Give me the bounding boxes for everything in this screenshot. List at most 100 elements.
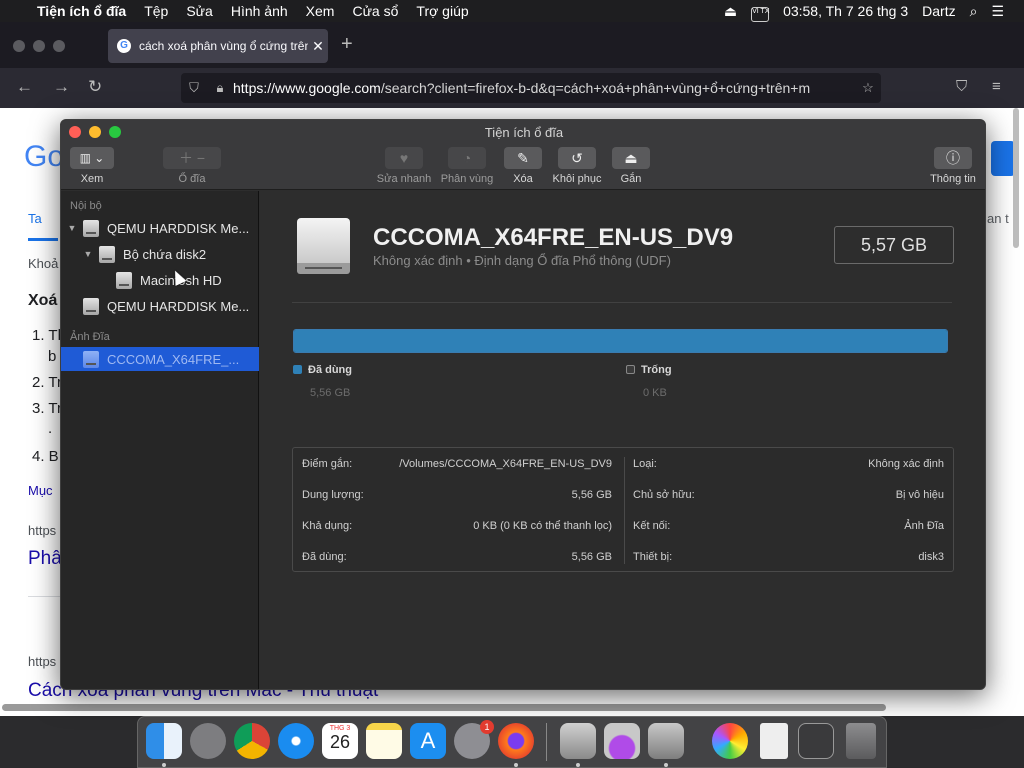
hamburger-menu-icon[interactable]: ≡ (992, 78, 1001, 95)
erase-pencil-icon: ✎ (504, 147, 542, 169)
usage-bar-fill (294, 330, 947, 352)
notification-badge: 1 (480, 720, 494, 734)
disclosure-triangle-icon[interactable]: ▼ (82, 249, 94, 259)
menu-images[interactable]: Hình ảnh (222, 3, 297, 19)
volume-info-table: Điểm gắn: /Volumes/CCCOMA_X64FRE_EN-US_D… (292, 447, 954, 572)
running-indicator (576, 763, 580, 767)
mount-icon: ⏏ (612, 147, 650, 169)
disk-utility-2-icon[interactable] (648, 723, 684, 759)
free-color-swatch (626, 365, 635, 374)
system-preferences-icon[interactable]: 1 (454, 720, 494, 759)
lock-icon[interactable]: 🔒︎ (207, 80, 233, 96)
spotlight-search-icon[interactable]: ⌕ (963, 3, 985, 20)
google-favicon-icon: G (117, 39, 131, 53)
safari-icon[interactable] (278, 723, 314, 759)
new-tab-icon[interactable]: + (341, 33, 353, 56)
calendar-icon[interactable]: THG 3 26 (322, 723, 358, 759)
tab-close-icon[interactable]: ✕ (308, 38, 328, 55)
sidebar-item-qemu-disk-2[interactable]: QEMU HARDDISK Me... (61, 294, 259, 318)
url-text[interactable]: https://www.google.com/search?client=fir… (233, 80, 855, 96)
hard-disk-icon (83, 297, 99, 315)
info-value-connection: Ảnh Đĩa (904, 520, 944, 532)
finder-icon[interactable] (146, 723, 182, 759)
result-link-fragment[interactable]: Phâ (28, 548, 62, 570)
info-value-device: disk3 (918, 551, 944, 563)
erase-button[interactable]: ✎ Xóa (503, 147, 543, 185)
menu-edit[interactable]: Sửa (177, 3, 222, 19)
info-value-capacity: 5,56 GB (571, 489, 612, 501)
more-link-fragment[interactable]: Mục (28, 483, 53, 498)
sidebar-item-cccoma-image[interactable]: CCCOMA_X64FRE_... (61, 347, 259, 371)
chrome-icon[interactable] (234, 723, 270, 759)
info-key-owners: Chủ sở hữu: (633, 489, 695, 501)
url-bar[interactable]: ⛉ 🔒︎ https://www.google.com/search?clien… (181, 73, 881, 103)
browser-close-button[interactable] (13, 40, 25, 52)
clock[interactable]: 03:58, Th 7 26 thg 3 (776, 3, 915, 19)
app-store-icon[interactable]: A (410, 723, 446, 759)
sidebar-item-macintosh-hd[interactable]: Macintosh HD (61, 268, 259, 292)
app-menu[interactable]: Tiện ích ổ đĩa (28, 3, 135, 19)
firefox-icon[interactable] (498, 723, 534, 759)
input-source-icon[interactable]: VI TX (744, 0, 776, 22)
signin-button-fragment[interactable] (991, 141, 1015, 176)
window-title: Tiện ích ổ đĩa (484, 125, 564, 140)
used-color-swatch (293, 365, 302, 374)
photos-icon[interactable] (712, 723, 748, 759)
tracking-shield-icon[interactable]: ⛉ (181, 80, 207, 96)
disk-utility-icon[interactable] (560, 723, 596, 759)
disk-utility-window: Tiện ích ổ đĩa ▥ ⌄ Xem ＋ − Ổ đĩa ♥ Sửa n… (60, 119, 986, 690)
volume-subtitle: Không xác định • Định dạng Ổ đĩa Phổ thô… (373, 253, 671, 268)
container-icon (99, 245, 115, 263)
browser-tab[interactable]: G cách xoá phân vùng ổ cứng trên ✕ (108, 29, 328, 63)
control-center-icon[interactable]: ☰ (984, 3, 1024, 20)
disclosure-triangle-icon[interactable]: ▼ (66, 223, 78, 233)
sidebar-item-container-disk2[interactable]: ▼ Bộ chứa disk2 (61, 242, 259, 266)
running-indicator (514, 763, 518, 767)
page-horizontal-scrollbar[interactable] (2, 704, 886, 711)
browser-zoom-button[interactable] (53, 40, 65, 52)
menu-view[interactable]: Xem (297, 3, 344, 19)
menu-help[interactable]: Trợ giúp (407, 3, 477, 19)
volume-size-badge: 5,57 GB (834, 226, 954, 264)
list-item-fragment: 4. B (32, 448, 59, 465)
page-vertical-scrollbar[interactable] (1013, 108, 1019, 248)
browser-minimize-button[interactable] (33, 40, 45, 52)
browser-nav-bar: ← → ↻ ⛉ 🔒︎ https://www.google.com/search… (0, 68, 1024, 108)
search-tab-fragment[interactable]: Ta (28, 211, 42, 226)
mount-button[interactable]: ⏏ Gắn (611, 147, 651, 185)
document-icon[interactable] (760, 723, 788, 759)
trash-icon[interactable] (846, 723, 876, 759)
menu-file[interactable]: Tệp (135, 3, 177, 19)
user-name[interactable]: Dartz (915, 3, 962, 19)
screenshot-icon[interactable] (798, 723, 834, 759)
launchpad-icon[interactable] (190, 723, 226, 759)
info-key-device: Thiết bị: (633, 551, 673, 563)
forward-icon[interactable]: → (53, 77, 70, 97)
snippet-heading-fragment: Xoá (28, 292, 58, 309)
partition-button[interactable]: ◔ Phân vùng (437, 147, 497, 185)
reload-icon[interactable]: ↻ (88, 77, 102, 97)
sidebar-header-internal: Nội bộ (70, 200, 102, 212)
info-button[interactable]: ⓘ Thông tin (925, 147, 981, 185)
menu-window[interactable]: Cửa sổ (343, 3, 407, 19)
pocket-icon[interactable]: ⛉ (956, 78, 967, 95)
info-key-type: Loại: (633, 458, 657, 470)
hard-disk-icon (83, 219, 99, 237)
sidebar-item-qemu-disk-1[interactable]: ▼ QEMU HARDDISK Me... (61, 216, 259, 240)
installer-icon[interactable] (604, 723, 640, 759)
google-logo-fragment[interactable]: Go (24, 140, 64, 174)
view-button[interactable]: ▥ ⌄ Xem (69, 147, 115, 185)
eject-icon[interactable]: ⏏ (717, 3, 744, 20)
legend-free: Trống 0 KB (626, 364, 672, 399)
back-icon[interactable]: ← (16, 77, 33, 97)
first-aid-button[interactable]: ♥ Sửa nhanh (374, 147, 434, 185)
right-text-fragment: an t (987, 211, 1009, 226)
restore-button[interactable]: ↺ Khôi phục (548, 147, 606, 185)
breadcrumb-fragment: Khoả (28, 256, 59, 271)
info-value-available: 0 KB (0 KB có thể thanh lọc) (473, 520, 612, 532)
info-key-capacity: Dung lượng: (302, 489, 364, 501)
result-divider (28, 596, 60, 597)
volume-add-remove-button[interactable]: ＋ − Ổ đĩa (161, 147, 223, 185)
notes-icon[interactable] (366, 723, 402, 759)
bookmark-star-icon[interactable]: ☆ (855, 80, 881, 96)
